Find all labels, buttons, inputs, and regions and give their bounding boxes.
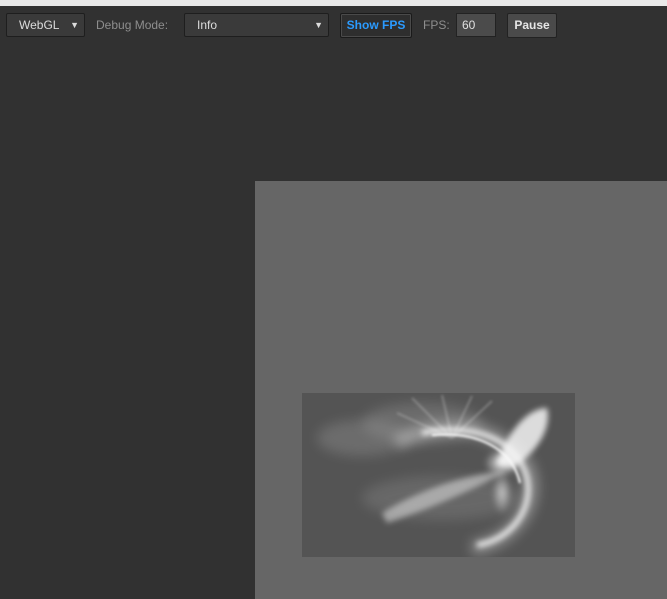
toolbar: WebGL ▼ Debug Mode: Info ▼ Show FPS FPS:…	[0, 6, 667, 46]
caret-down-icon: ▼	[314, 20, 323, 30]
fps-input[interactable]: 60	[456, 13, 496, 37]
particle-effect	[302, 393, 575, 557]
renderer-select-value: WebGL	[19, 18, 60, 32]
renderer-select[interactable]: WebGL ▼	[6, 13, 85, 37]
pause-button[interactable]: Pause	[507, 13, 557, 38]
debug-mode-label: Debug Mode:	[96, 18, 169, 32]
game-canvas[interactable]	[255, 181, 667, 599]
particle-effect-graphic	[317, 394, 548, 555]
debug-mode-select[interactable]: Info ▼	[184, 13, 329, 37]
show-fps-button[interactable]: Show FPS	[340, 13, 412, 38]
debug-mode-select-value: Info	[197, 18, 218, 32]
caret-down-icon: ▼	[70, 20, 79, 30]
fps-label: FPS:	[423, 18, 450, 32]
